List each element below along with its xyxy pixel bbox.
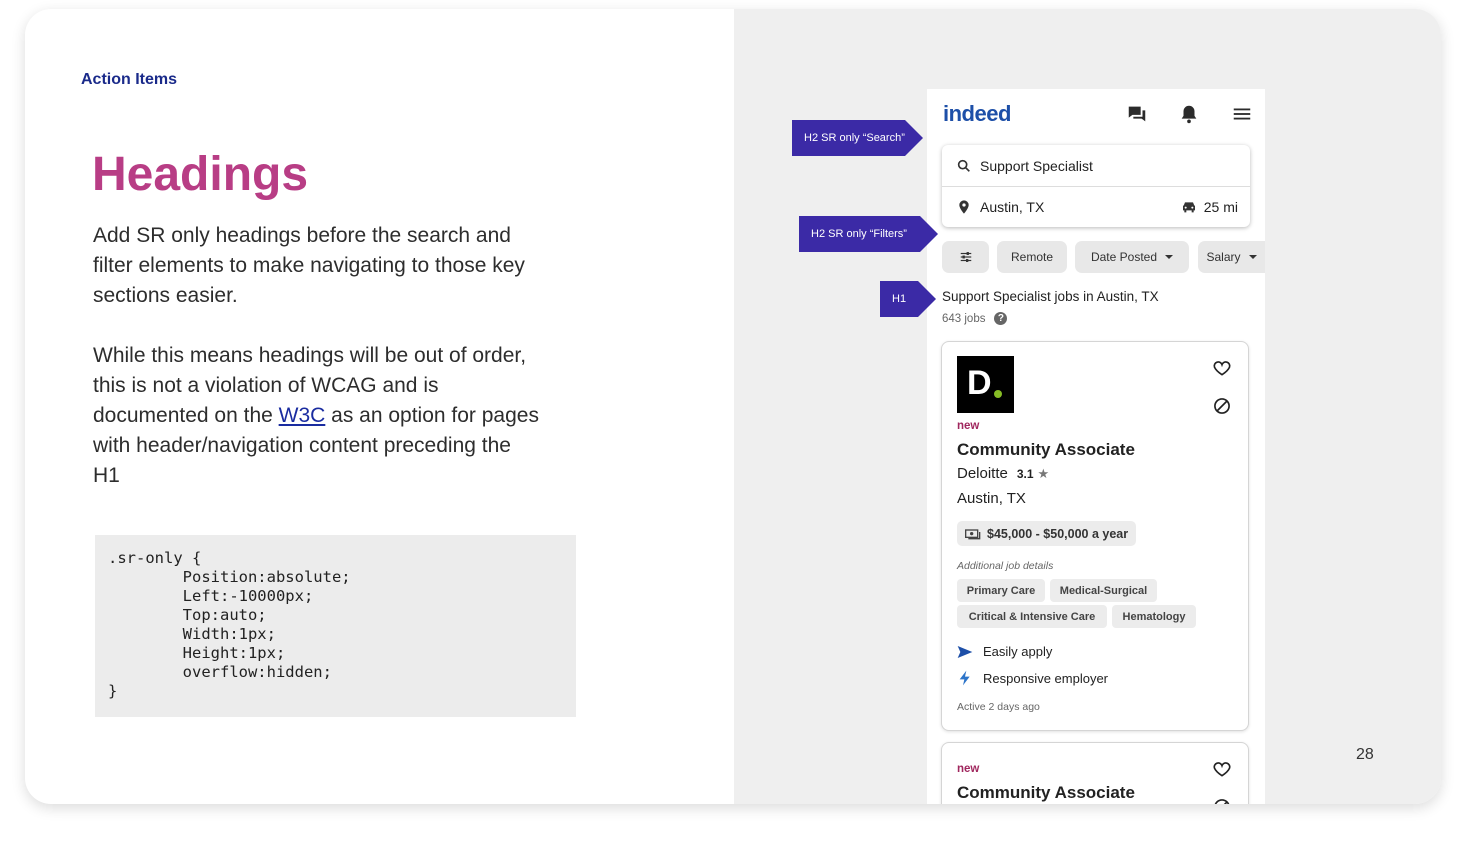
new-badge: new — [957, 763, 980, 775]
salary-text: $45,000 - $50,000 a year — [987, 526, 1129, 541]
callout-h1: H1 — [880, 281, 936, 317]
filter-settings-button[interactable] — [942, 241, 989, 273]
chat-icon[interactable] — [1126, 103, 1148, 125]
job-title[interactable]: Community Associate — [957, 783, 1135, 803]
new-badge: new — [957, 420, 980, 432]
job-card[interactable]: new Community Associate — [941, 742, 1249, 804]
company-name: Deloitte — [957, 465, 1008, 482]
callout-search: H2 SR only “Search” — [792, 120, 923, 156]
tag-critical-care: Critical & Intensive Care — [957, 605, 1107, 628]
logo-letter: D — [967, 364, 992, 402]
company-rating: 3.1 — [1016, 466, 1034, 481]
tag-primary-care: Primary Care — [957, 579, 1045, 602]
help-icon[interactable]: ? — [994, 312, 1008, 325]
filter-date-label: Date Posted — [1090, 250, 1158, 264]
job-location: Austin, TX — [957, 490, 1026, 507]
active-date: Active 2 days ago — [957, 701, 1040, 713]
w3c-link[interactable]: W3C — [279, 404, 326, 427]
page-number: 28 — [1356, 746, 1374, 763]
distance-value: 25 mi — [1203, 198, 1238, 215]
lightning-icon — [959, 670, 970, 686]
code-text: .sr-only { Position:absolute; Left:-1000… — [108, 549, 351, 700]
search-card: Support Specialist Austin, TX 25 mi — [942, 145, 1250, 227]
results-count: 643 jobs ? — [942, 312, 1008, 325]
paragraph-2: While this means headings will be out of… — [93, 341, 543, 491]
filter-date-posted[interactable]: Date Posted — [1075, 241, 1189, 273]
heart-icon[interactable] — [1212, 759, 1232, 779]
location-pin-icon — [959, 199, 969, 214]
chevron-down-icon — [1165, 255, 1174, 259]
phone-screenshot: indeed Support Specialist Austin, TX 25 … — [927, 89, 1265, 804]
what-value: Support Specialist — [980, 157, 1093, 174]
slide-title: Headings — [92, 148, 309, 201]
chevron-down-icon — [1248, 255, 1257, 259]
filter-remote[interactable]: Remote — [997, 241, 1067, 273]
not-interested-icon[interactable] — [1212, 797, 1232, 804]
tag-label: Medical-Surgical — [1059, 584, 1148, 597]
not-interested-icon[interactable] — [1212, 396, 1232, 416]
easily-apply-text: Easily apply — [983, 644, 1053, 659]
indeed-logo[interactable]: indeed — [943, 101, 1011, 127]
where-value: Austin, TX — [980, 198, 1045, 215]
logo-dot — [994, 390, 1002, 398]
tag-label: Critical & Intensive Care — [968, 610, 1096, 623]
results-heading: Support Specialist jobs in Austin, TX — [942, 289, 1159, 304]
heart-icon[interactable] — [1212, 358, 1232, 378]
distance-selector[interactable]: 25 mi — [1181, 186, 1238, 227]
salary-badge: $45,000 - $50,000 a year — [957, 521, 1137, 546]
company-row: Deloitte 3.1 ★ — [957, 465, 1049, 482]
body-text: Add SR only headings before the search a… — [93, 221, 543, 521]
responsive-employer-text: Responsive employer — [983, 670, 1109, 686]
filter-salary[interactable]: Salary — [1198, 241, 1265, 273]
code-block: .sr-only { Position:absolute; Left:-1000… — [95, 535, 576, 717]
tag-label: Primary Care — [966, 584, 1036, 597]
eyebrow-label: Action Items — [81, 71, 178, 88]
tag-medical-surgical: Medical-Surgical — [1050, 579, 1157, 602]
star-icon: ★ — [1037, 465, 1050, 481]
what-field[interactable]: Support Specialist — [942, 145, 1250, 187]
paragraph-1: Add SR only headings before the search a… — [93, 224, 525, 307]
additional-details-label: Additional job details — [957, 560, 1054, 572]
sliders-icon — [960, 252, 971, 262]
slide: Action Items Headings Add SR only headin… — [25, 9, 1441, 804]
company-logo: D — [957, 356, 1014, 413]
bell-icon[interactable] — [1178, 103, 1200, 125]
search-icon — [957, 159, 970, 172]
filter-remote-label: Remote — [1010, 250, 1054, 264]
job-card[interactable]: D new Community Associate Deloitte 3.1 ★… — [941, 341, 1249, 731]
results-count-text: 643 jobs — [942, 312, 986, 325]
car-icon — [1182, 201, 1195, 212]
tag-hematology: Hematology — [1112, 605, 1196, 628]
tag-label: Hematology — [1122, 610, 1186, 623]
send-arrow-icon — [957, 645, 973, 658]
menu-icon[interactable] — [1231, 103, 1253, 125]
responsive-employer-row: Responsive employer — [957, 670, 1108, 686]
filter-salary-label: Salary — [1206, 250, 1241, 264]
callout-filters: H2 SR only “Filters” — [799, 216, 938, 252]
job-title[interactable]: Community Associate — [957, 440, 1135, 460]
easily-apply-row: Easily apply — [957, 644, 1052, 659]
money-icon — [965, 528, 981, 539]
